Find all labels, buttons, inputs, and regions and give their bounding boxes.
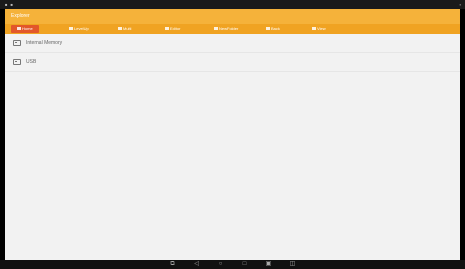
toolbar-newfolder-button[interactable]: NewFolder (214, 25, 238, 33)
list-item-internal-memory[interactable]: Internal Memory (5, 34, 460, 53)
toolbar-view-button[interactable]: View (312, 25, 326, 33)
toolbar-editor-label: Editor (170, 26, 181, 31)
window-icon[interactable]: ◫ (288, 260, 298, 269)
system-nav-bar: ⧉ ◁ ○ □ ▣ ◫ (0, 260, 465, 269)
usb-icon (13, 59, 21, 65)
view-icon (312, 27, 316, 31)
status-bar: ■ ■ ▪ (0, 0, 465, 9)
toolbar-home-label: Home (22, 26, 33, 31)
home-icon[interactable]: ○ (216, 260, 226, 269)
toolbar-home-button[interactable]: Home (11, 25, 39, 33)
toolbar-editor-button[interactable]: Editor (165, 25, 180, 33)
toolbar-back-button[interactable]: Back (266, 25, 280, 33)
storage-list: Internal Memory USB (5, 34, 460, 72)
toolbar-newfolder-label: NewFolder (219, 26, 239, 31)
file-explorer-app: Explorer Home LevelUp Multi Editor NewFo… (5, 9, 460, 260)
back-icon (266, 27, 270, 31)
toolbar-back-label: Back (271, 26, 280, 31)
list-item-label: USB (26, 59, 37, 65)
home-icon (17, 27, 21, 31)
disk-icon (13, 40, 21, 46)
list-item-usb[interactable]: USB (5, 53, 460, 72)
toolbar-view-label: View (317, 26, 326, 31)
multi-icon (118, 27, 122, 31)
recents-icon[interactable]: □ (240, 260, 250, 269)
toolbar: Home LevelUp Multi Editor NewFolder Back… (5, 24, 460, 34)
toolbar-levelup-button[interactable]: LevelUp (69, 25, 89, 33)
toolbar-multi-button[interactable]: Multi (118, 25, 131, 33)
levelup-icon (69, 27, 73, 31)
app-title: Explorer (5, 9, 460, 24)
toolbar-levelup-label: LevelUp (74, 26, 89, 31)
back-icon[interactable]: ◁ (192, 260, 202, 269)
status-right-icon: ▪ (459, 2, 461, 7)
menu-icon[interactable]: ▣ (264, 260, 274, 269)
screenshot-icon[interactable]: ⧉ (168, 260, 178, 269)
newfolder-icon (214, 27, 218, 31)
list-item-label: Internal Memory (26, 40, 63, 46)
toolbar-multi-label: Multi (123, 26, 132, 31)
editor-icon (165, 27, 169, 31)
status-icons: ■ ■ (5, 2, 14, 7)
